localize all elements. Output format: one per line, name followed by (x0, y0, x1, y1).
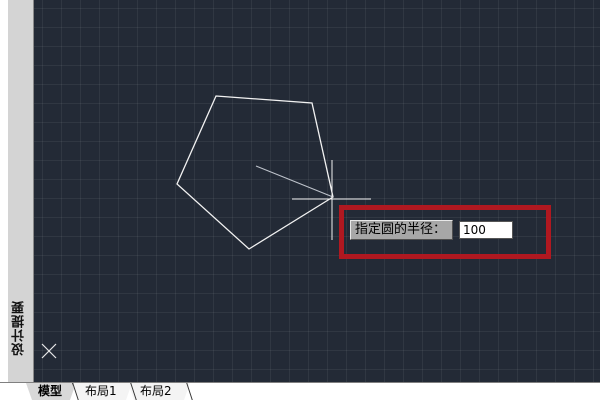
radius-input[interactable] (459, 221, 514, 239)
radius-rubberband-line (255, 165, 334, 198)
tab-model[interactable]: 模型 (26, 383, 76, 400)
pentagon-shape[interactable] (176, 95, 334, 250)
tab-layout2[interactable]: 布局2 (128, 383, 190, 400)
tool-palette[interactable]: 设计提要 (8, 0, 34, 400)
tab-layout1[interactable]: 布局1 (72, 383, 132, 400)
palette-title: 设计提要 (12, 300, 27, 356)
window-edge (0, 0, 8, 400)
layout-tab-bar: 模型 布局1 布局2 (0, 382, 600, 400)
drawing-layer (176, 95, 371, 250)
drawing-canvas[interactable]: 指定圆的半径： (34, 0, 600, 382)
radius-prompt-label: 指定圆的半径： (350, 220, 454, 240)
dynamic-input-prompt: 指定圆的半径： (350, 220, 514, 240)
autocad-window: 设计提要 指定圆的半径： 模型 布局1 布局2 (0, 0, 600, 400)
ucs-icon (41, 343, 57, 359)
tab-separator (186, 383, 193, 400)
